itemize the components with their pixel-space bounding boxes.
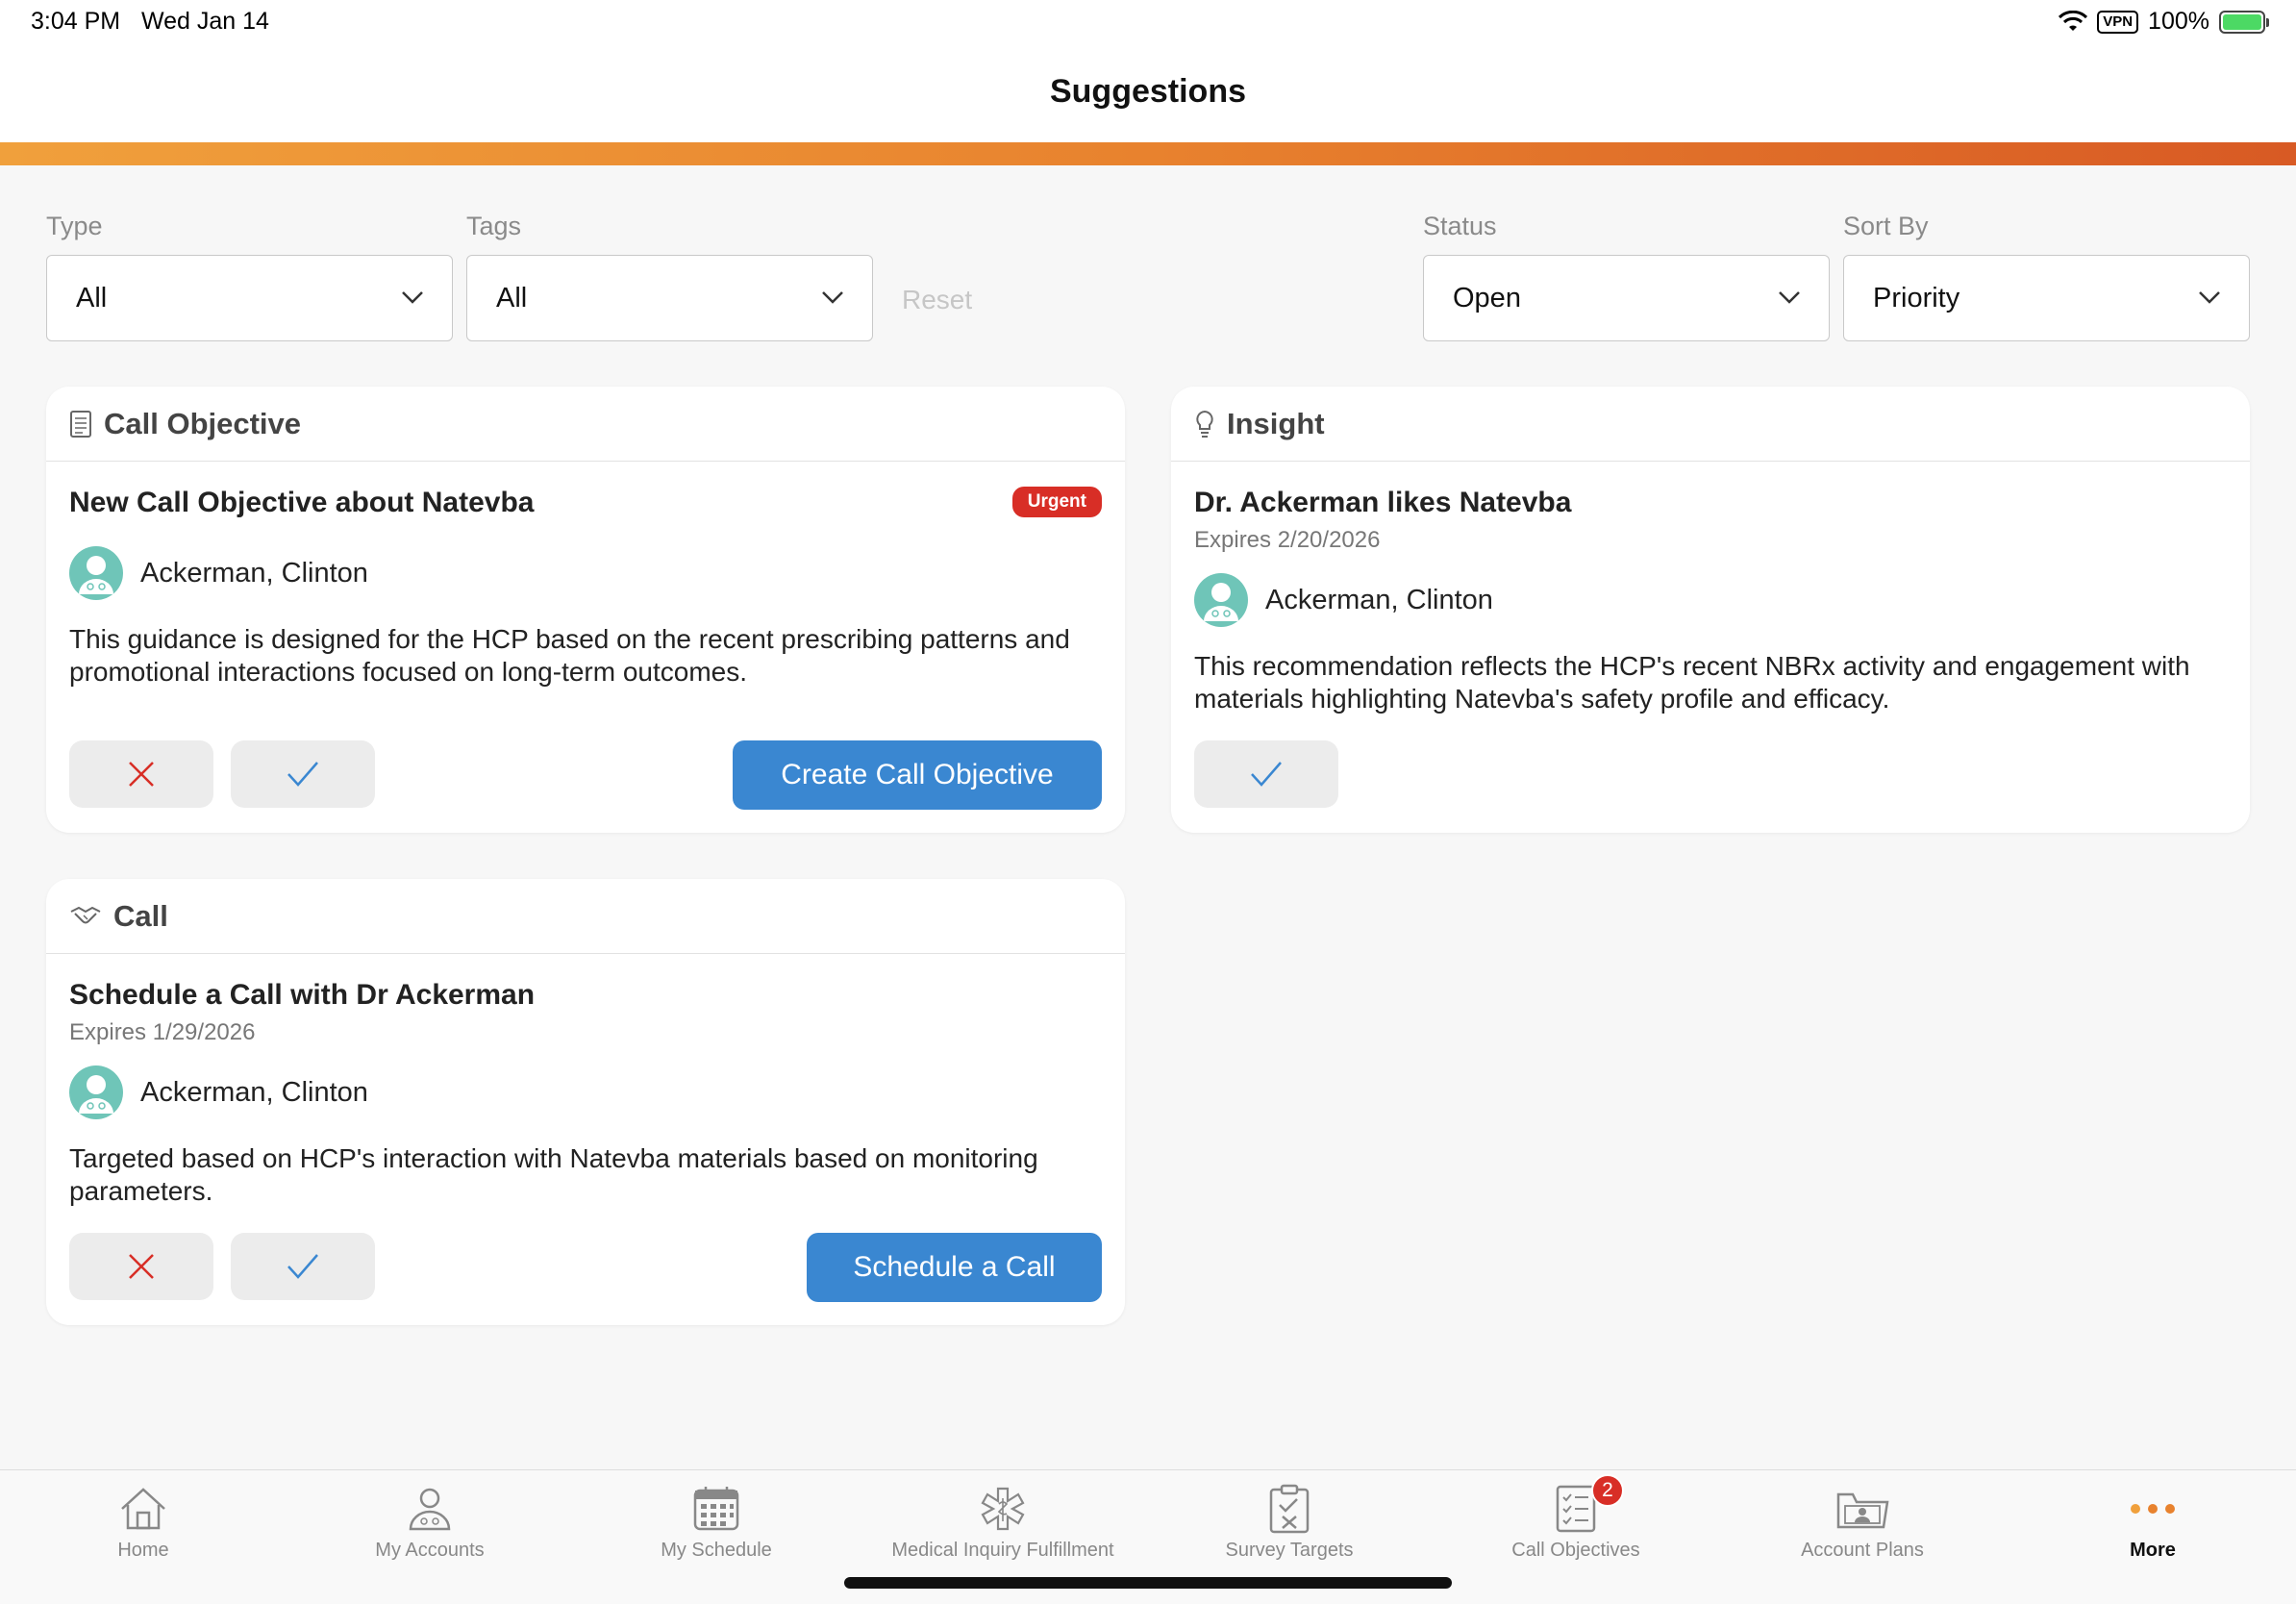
tags-select-value: All bbox=[496, 282, 528, 313]
tab-account-plans[interactable]: Account Plans bbox=[1719, 1470, 2006, 1566]
document-icon bbox=[70, 410, 91, 438]
tab-more[interactable]: More bbox=[2009, 1470, 2296, 1566]
status-date: Wed Jan 14 bbox=[141, 8, 269, 35]
card-header-title: Call bbox=[113, 898, 168, 933]
chevron-down-icon bbox=[822, 291, 843, 304]
close-icon bbox=[129, 762, 154, 787]
tab-label: Medical Inquiry Fulfillment bbox=[891, 1540, 1114, 1561]
tab-my-accounts[interactable]: My Accounts bbox=[287, 1470, 573, 1566]
status-indicators: VPN 100% bbox=[2059, 8, 2269, 36]
nav-header: Suggestions bbox=[0, 48, 2296, 142]
card-title: Dr. Ackerman likes Natevba bbox=[1194, 487, 1572, 518]
doctor-avatar-icon bbox=[69, 1065, 123, 1119]
tab-survey-targets[interactable]: Survey Targets bbox=[1146, 1470, 1433, 1566]
accent-bar bbox=[0, 142, 2296, 165]
tab-label: More bbox=[2130, 1540, 2176, 1561]
create-call-objective-button[interactable]: Create Call Objective bbox=[733, 740, 1102, 810]
tab-label: Call Objectives bbox=[1511, 1540, 1640, 1561]
card-header: Call Objective bbox=[46, 387, 1125, 462]
tab-label: Home bbox=[117, 1540, 169, 1561]
chevron-down-icon bbox=[402, 291, 423, 304]
card-header-title: Insight bbox=[1227, 406, 1325, 440]
person-name: Ackerman, Clinton bbox=[1265, 584, 1493, 615]
card-description: Targeted based on HCP's interaction with… bbox=[69, 1143, 1038, 1206]
chevron-down-icon bbox=[2199, 291, 2220, 304]
card-description: This recommendation reflects the HCP's r… bbox=[1194, 651, 2190, 714]
tab-label: Survey Targets bbox=[1225, 1540, 1354, 1561]
doctor-avatar-icon bbox=[69, 546, 123, 600]
accept-button[interactable] bbox=[1194, 740, 1338, 808]
calendar-icon bbox=[693, 1487, 739, 1531]
type-select[interactable]: All bbox=[46, 255, 453, 341]
type-select-value: All bbox=[76, 282, 108, 313]
tab-label: My Accounts bbox=[375, 1540, 485, 1561]
call-card: Call Schedule a Call with Dr Ackerman Ex… bbox=[46, 879, 1125, 1325]
wifi-icon bbox=[2059, 10, 2088, 31]
sort-select[interactable]: Priority bbox=[1843, 255, 2250, 341]
tab-label: My Schedule bbox=[661, 1540, 772, 1561]
tab-medical-inquiry-fulfillment[interactable]: Medical Inquiry Fulfillment bbox=[860, 1470, 1146, 1566]
medical-icon bbox=[981, 1487, 1025, 1531]
chevron-down-icon bbox=[1779, 291, 1800, 304]
urgent-badge: Urgent bbox=[1011, 487, 1102, 517]
card-description: This guidance is designed for the HCP ba… bbox=[69, 624, 1070, 687]
person-row[interactable]: Ackerman, Clinton bbox=[69, 546, 368, 600]
dismiss-button[interactable] bbox=[69, 1233, 213, 1300]
accept-button[interactable] bbox=[231, 740, 375, 808]
call-objective-card: Call Objective New Call Objective about … bbox=[46, 387, 1125, 833]
expires-date: Expires 2/20/2026 bbox=[1194, 527, 1381, 553]
check-icon bbox=[1251, 762, 1282, 787]
reset-button[interactable]: Reset bbox=[902, 285, 972, 315]
page-title: Suggestions bbox=[1049, 73, 1247, 110]
type-filter-label: Type bbox=[46, 212, 103, 240]
status-time: 3:04 PM bbox=[31, 8, 121, 35]
notification-badge: 2 bbox=[1591, 1474, 1624, 1507]
battery-icon bbox=[2219, 10, 2269, 34]
sort-filter-label: Sort By bbox=[1843, 212, 1929, 240]
more-icon bbox=[2131, 1504, 2175, 1514]
tags-select[interactable]: All bbox=[466, 255, 873, 341]
doctor-avatar-icon bbox=[1194, 573, 1248, 627]
person-row[interactable]: Ackerman, Clinton bbox=[1194, 573, 1493, 627]
clipboard-icon bbox=[1269, 1484, 1310, 1534]
person-name: Ackerman, Clinton bbox=[140, 557, 368, 589]
tab-home[interactable]: Home bbox=[0, 1470, 287, 1566]
tab-call-objectives[interactable]: 2 Call Objectives bbox=[1433, 1470, 1719, 1566]
battery-percent: 100% bbox=[2148, 8, 2209, 35]
accounts-icon bbox=[409, 1488, 451, 1531]
lightbulb-icon bbox=[1196, 410, 1213, 438]
tab-my-schedule[interactable]: My Schedule bbox=[573, 1470, 860, 1566]
status-bar: 3:04 PM Wed Jan 14 VPN 100% bbox=[0, 0, 2296, 48]
tab-label: Account Plans bbox=[1801, 1540, 1924, 1561]
person-name: Ackerman, Clinton bbox=[140, 1076, 368, 1108]
check-icon bbox=[287, 762, 318, 787]
insight-card: Insight Dr. Ackerman likes Natevba Expir… bbox=[1171, 387, 2250, 833]
vpn-badge: VPN bbox=[2097, 10, 2139, 34]
handshake-icon bbox=[70, 906, 101, 923]
schedule-call-button[interactable]: Schedule a Call bbox=[807, 1233, 1102, 1302]
home-icon bbox=[121, 1488, 165, 1530]
status-select[interactable]: Open bbox=[1423, 255, 1830, 341]
card-title: New Call Objective about Natevba bbox=[69, 487, 535, 518]
close-icon bbox=[129, 1254, 154, 1279]
check-icon bbox=[287, 1254, 318, 1279]
expires-date: Expires 1/29/2026 bbox=[69, 1019, 256, 1045]
tags-filter-label: Tags bbox=[466, 212, 522, 240]
card-header: Call bbox=[46, 879, 1125, 954]
person-row[interactable]: Ackerman, Clinton bbox=[69, 1065, 368, 1119]
dismiss-button[interactable] bbox=[69, 740, 213, 808]
home-indicator[interactable] bbox=[844, 1577, 1452, 1589]
sort-select-value: Priority bbox=[1873, 282, 1960, 313]
card-header-title: Call Objective bbox=[104, 406, 302, 440]
accept-button[interactable] bbox=[231, 1233, 375, 1300]
card-title: Schedule a Call with Dr Ackerman bbox=[69, 979, 536, 1011]
app-screen: 3:04 PM Wed Jan 14 VPN 100% Suggestions … bbox=[0, 0, 2296, 1604]
card-header: Insight bbox=[1171, 387, 2250, 462]
folder-icon bbox=[1836, 1492, 1889, 1529]
status-filter-label: Status bbox=[1423, 212, 1497, 240]
status-select-value: Open bbox=[1453, 282, 1521, 313]
